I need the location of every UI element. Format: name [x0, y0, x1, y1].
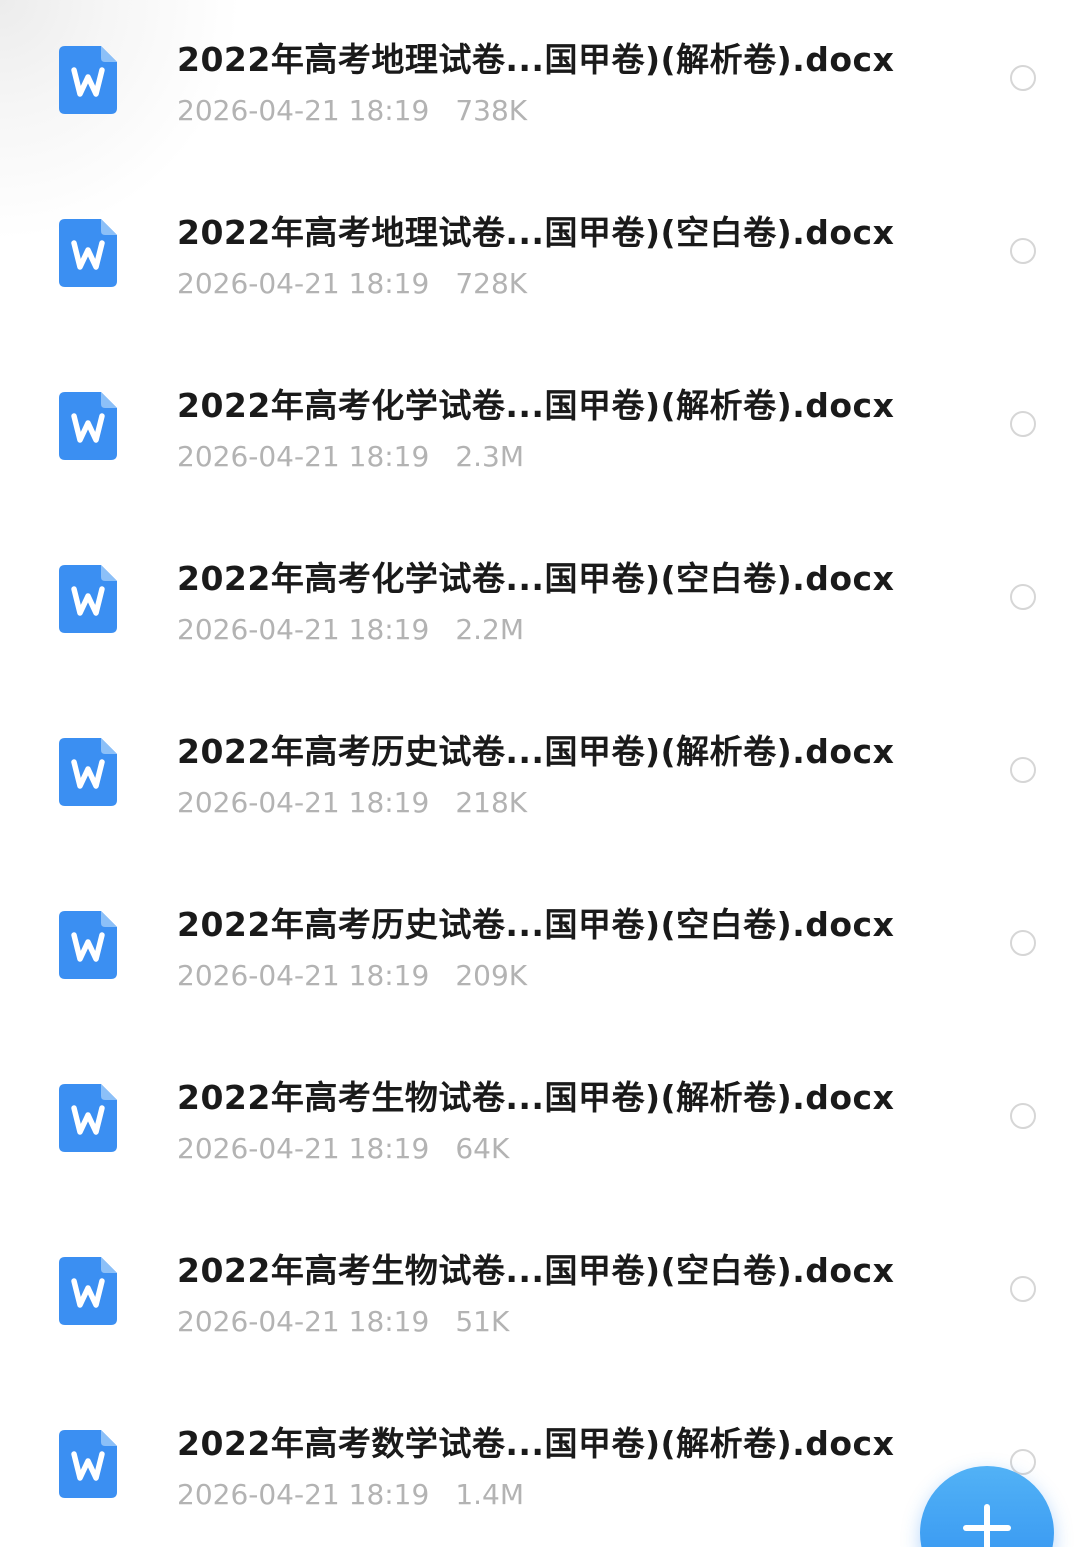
select-radio[interactable] [1010, 411, 1036, 437]
file-row[interactable]: 2022年高考化学试卷...国甲卷)(空白卷).docx 2026-04-21 … [0, 519, 1080, 692]
file-list-screen: 2022年高考地理试卷...国甲卷)(解析卷).docx 2026-04-21 … [0, 0, 1080, 1547]
file-meta: 2026-04-21 18:19 738K [177, 92, 527, 130]
word-doc-icon [59, 1257, 117, 1325]
select-radio[interactable] [1010, 65, 1036, 91]
file-size: 218K [455, 786, 528, 819]
file-meta: 2026-04-21 18:19 51K [177, 1303, 509, 1341]
file-date: 2026-04-21 18:19 [177, 959, 430, 992]
word-doc-icon [59, 911, 117, 979]
file-size: 1.4M [455, 1478, 525, 1511]
file-date: 2026-04-21 18:19 [177, 613, 430, 646]
file-meta: 2026-04-21 18:19 2.2M [177, 611, 524, 649]
word-doc-icon [59, 392, 117, 460]
file-date: 2026-04-21 18:19 [177, 1305, 430, 1338]
file-meta: 2026-04-21 18:19 1.4M [177, 1476, 524, 1514]
file-size: 209K [455, 959, 528, 992]
select-radio[interactable] [1010, 757, 1036, 783]
file-name: 2022年高考数学试卷...国甲卷)(解析卷).docx [177, 1424, 895, 1463]
plus-icon [963, 1504, 1011, 1547]
file-name: 2022年高考历史试卷...国甲卷)(空白卷).docx [177, 905, 895, 944]
file-list: 2022年高考地理试卷...国甲卷)(解析卷).docx 2026-04-21 … [0, 0, 1080, 1547]
file-date: 2026-04-21 18:19 [177, 94, 430, 127]
select-radio[interactable] [1010, 238, 1036, 264]
file-date: 2026-04-21 18:19 [177, 1478, 430, 1511]
file-date: 2026-04-21 18:19 [177, 786, 430, 819]
word-doc-icon [59, 1084, 117, 1152]
file-name: 2022年高考历史试卷...国甲卷)(解析卷).docx [177, 732, 895, 771]
file-date: 2026-04-21 18:19 [177, 267, 430, 300]
file-name: 2022年高考化学试卷...国甲卷)(空白卷).docx [177, 559, 895, 598]
file-row[interactable]: 2022年高考地理试卷...国甲卷)(空白卷).docx 2026-04-21 … [0, 173, 1080, 346]
file-row[interactable]: 2022年高考生物试卷...国甲卷)(空白卷).docx 2026-04-21 … [0, 1211, 1080, 1384]
file-meta: 2026-04-21 18:19 728K [177, 265, 527, 303]
word-doc-icon [59, 1430, 117, 1498]
file-row[interactable]: 2022年高考历史试卷...国甲卷)(解析卷).docx 2026-04-21 … [0, 692, 1080, 865]
file-name: 2022年高考生物试卷...国甲卷)(空白卷).docx [177, 1251, 895, 1290]
file-name: 2022年高考化学试卷...国甲卷)(解析卷).docx [177, 386, 895, 425]
file-date: 2026-04-21 18:19 [177, 1132, 430, 1165]
file-name: 2022年高考地理试卷...国甲卷)(解析卷).docx [177, 40, 895, 79]
file-size: 2.2M [455, 613, 525, 646]
word-doc-icon [59, 565, 117, 633]
select-radio[interactable] [1010, 1103, 1036, 1129]
file-date: 2026-04-21 18:19 [177, 440, 430, 473]
file-size: 2.3M [455, 440, 525, 473]
file-meta: 2026-04-21 18:19 2.3M [177, 438, 524, 476]
file-size: 51K [455, 1305, 510, 1338]
file-row[interactable]: 2022年高考生物试卷...国甲卷)(解析卷).docx 2026-04-21 … [0, 1038, 1080, 1211]
select-radio[interactable] [1010, 930, 1036, 956]
select-radio[interactable] [1010, 1276, 1036, 1302]
word-doc-icon [59, 738, 117, 806]
file-meta: 2026-04-21 18:19 209K [177, 957, 527, 995]
file-row[interactable]: 2022年高考历史试卷...国甲卷)(空白卷).docx 2026-04-21 … [0, 865, 1080, 1038]
file-row[interactable]: 2022年高考化学试卷...国甲卷)(解析卷).docx 2026-04-21 … [0, 346, 1080, 519]
word-doc-icon [59, 46, 117, 114]
file-size: 64K [455, 1132, 510, 1165]
file-row[interactable]: 2022年高考地理试卷...国甲卷)(解析卷).docx 2026-04-21 … [0, 0, 1080, 173]
file-size: 738K [455, 94, 528, 127]
select-radio[interactable] [1010, 584, 1036, 610]
file-size: 728K [455, 267, 528, 300]
file-name: 2022年高考地理试卷...国甲卷)(空白卷).docx [177, 213, 895, 252]
file-meta: 2026-04-21 18:19 218K [177, 784, 527, 822]
file-meta: 2026-04-21 18:19 64K [177, 1130, 509, 1168]
file-name: 2022年高考生物试卷...国甲卷)(解析卷).docx [177, 1078, 895, 1117]
file-row[interactable]: 2022年高考数学试卷...国甲卷)(解析卷).docx 2026-04-21 … [0, 1384, 1080, 1547]
word-doc-icon [59, 219, 117, 287]
